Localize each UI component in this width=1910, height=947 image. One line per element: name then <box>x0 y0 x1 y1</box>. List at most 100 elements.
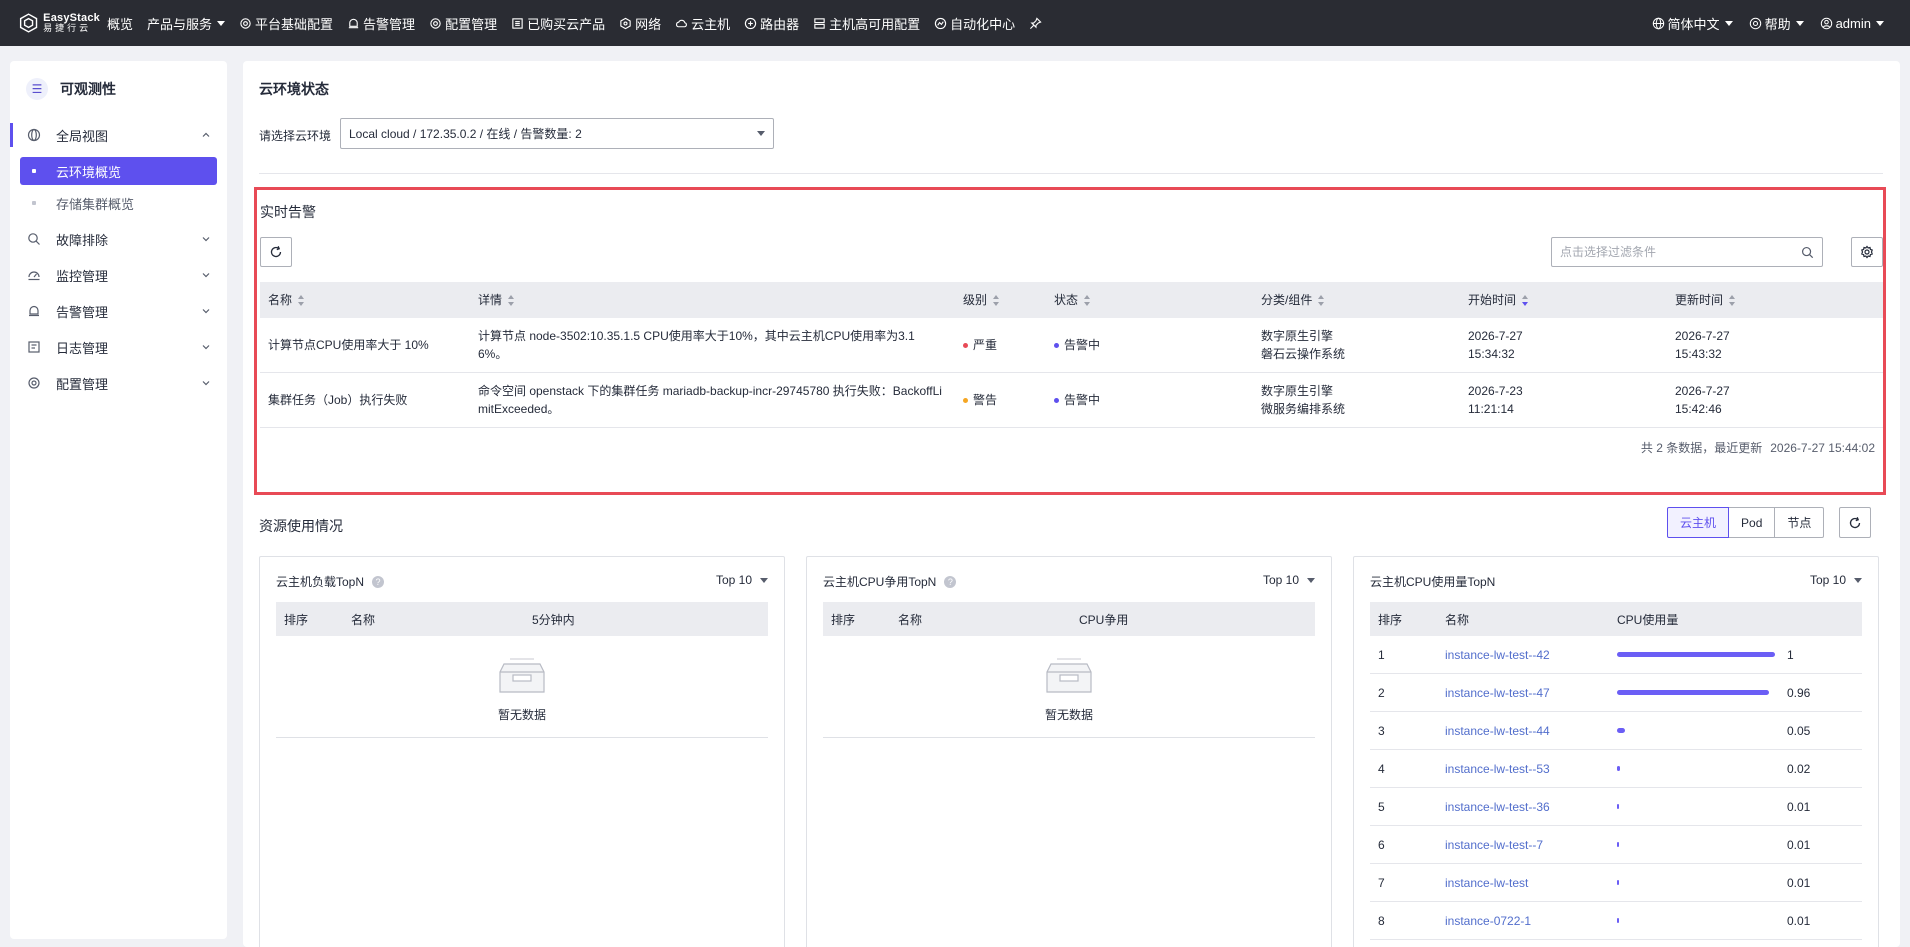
refresh-alerts-button[interactable] <box>260 237 292 267</box>
sidebar-subitem-0[interactable]: 云环境概览 <box>20 157 217 185</box>
refresh-resources-button[interactable] <box>1839 507 1871 538</box>
status-dot-icon <box>1054 398 1059 404</box>
instance-link[interactable]: instance-0722-1 <box>1445 914 1531 928</box>
column-header-name[interactable]: 名称 <box>260 291 470 309</box>
sidebar-group-0[interactable]: 全局视图 <box>10 117 227 153</box>
topn-select[interactable]: Top 10 <box>716 573 768 587</box>
refresh-icon <box>270 246 282 258</box>
nav-item-2[interactable]: 平台基础配置 <box>232 0 340 46</box>
sidebar: ☰ 可观测性 全局视图 云环境概览 存储集群概览 故障排除 监控管理 告警管理 日志管理 配置… <box>10 61 227 939</box>
help-icon[interactable]: ? <box>372 575 385 588</box>
sort-icon[interactable] <box>1318 295 1325 307</box>
instance-link[interactable]: instance-lw-test--44 <box>1445 724 1550 738</box>
chevron-down-icon <box>202 309 210 314</box>
main-nav: 概览 产品与服务 平台基础配置 告警管理 配置管理 已购买云产品 网络 云主机 路由器 主机高可用… <box>100 0 1052 46</box>
nav-item-9[interactable]: 主机高可用配置 <box>806 0 927 46</box>
footer-count: 共 2 条数据，最近更新 <box>1640 441 1763 455</box>
server-icon <box>814 17 825 29</box>
nav-item-8[interactable]: 路由器 <box>737 0 806 46</box>
column-header-detail[interactable]: 详情 <box>470 291 955 309</box>
chevron-down-icon <box>217 20 226 26</box>
bullet-icon <box>32 169 36 173</box>
instance-link[interactable]: instance-lw-test--42 <box>1445 648 1550 662</box>
column-header-update-time[interactable]: 更新时间 <box>1667 291 1883 309</box>
sidebar-group-5[interactable]: 配置管理 <box>10 365 227 401</box>
sidebar-subitem-1[interactable]: 存储集群概览 <box>20 189 217 217</box>
column-header-status[interactable]: 状态 <box>1046 291 1253 309</box>
sidebar-group-1[interactable]: 故障排除 <box>10 221 227 257</box>
table-settings-button[interactable] <box>1851 237 1883 267</box>
usage-cell: 0.01 <box>1617 876 1862 890</box>
monitor-icon <box>26 267 42 283</box>
alert-filter-input-box[interactable] <box>1551 237 1823 267</box>
usage-cell: 0.05 <box>1617 724 1862 738</box>
tab-vm[interactable]: 云主机 <box>1667 507 1730 538</box>
nav-item-11[interactable] <box>1022 0 1052 46</box>
search-icon <box>26 231 42 247</box>
sort-desc-icon[interactable] <box>1522 295 1529 307</box>
nav-item-1[interactable]: 产品与服务 <box>140 0 232 46</box>
cloud-env-select[interactable]: Local cloud / 172.35.0.2 / 在线 / 告警数量: 2 <box>340 118 774 149</box>
alert-detail: 计算节点 node-3502:10.35.1.5 CPU使用率大于10%，其中云… <box>478 329 915 361</box>
network-icon <box>620 17 631 29</box>
gear-icon <box>240 17 251 29</box>
language-selector[interactable]: 简体中文 <box>1644 0 1741 46</box>
nav-item-10[interactable]: 自动化中心 <box>927 0 1022 46</box>
nav-item-3[interactable]: 告警管理 <box>340 0 422 46</box>
column-header-start-time[interactable]: 开始时间 <box>1460 291 1667 309</box>
column-header-level[interactable]: 级别 <box>955 291 1046 309</box>
instance-link[interactable]: instance-lw-test--53 <box>1445 762 1550 776</box>
alert-row[interactable]: 计算节点CPU使用率大于 10% 计算节点 node-3502:10.35.1.5… <box>260 318 1883 373</box>
gear-icon <box>26 375 42 391</box>
nav-item-4[interactable]: 配置管理 <box>422 0 504 46</box>
menu-icon[interactable]: ☰ <box>26 78 48 100</box>
empty-text: 暂无数据 <box>497 708 546 722</box>
topn-table: 排序 名称 5分钟内 <box>276 602 768 636</box>
brand-logo[interactable]: EasyStack 易捷行云 <box>0 11 100 35</box>
table-row: 3 instance-lw-test--44 0.05 <box>1370 712 1862 750</box>
sort-icon[interactable] <box>993 295 1000 307</box>
help-icon[interactable]: ? <box>944 575 957 588</box>
chevron-down-icon <box>1795 20 1804 26</box>
chevron-down-icon <box>202 345 210 350</box>
tab-pod[interactable]: Pod <box>1728 507 1776 538</box>
topn-select[interactable]: Top 10 <box>1263 573 1315 587</box>
table-row: 2 instance-lw-test--47 0.96 <box>1370 674 1862 712</box>
column-header-category[interactable]: 分类/组件 <box>1253 291 1460 309</box>
topn-select[interactable]: Top 10 <box>1810 573 1862 587</box>
user-menu[interactable]: admin <box>1812 0 1892 46</box>
column-header-metric: CPU争用 <box>1079 612 1129 627</box>
column-header-name: 名称 <box>1445 612 1470 627</box>
instance-link[interactable]: instance-lw-test--47 <box>1445 686 1550 700</box>
instance-link[interactable]: instance-lw-test <box>1445 876 1528 890</box>
sort-icon[interactable] <box>1729 295 1736 307</box>
nav-item-label: 自动化中心 <box>950 16 1016 32</box>
instance-link[interactable]: instance-lw-test--36 <box>1445 800 1550 814</box>
nav-item-6[interactable]: 网络 <box>612 0 668 46</box>
sidebar-group-2[interactable]: 监控管理 <box>10 257 227 293</box>
sidebar-group-4[interactable]: 日志管理 <box>10 329 227 365</box>
sort-icon[interactable] <box>508 295 515 307</box>
sidebar-subitem-label: 云环境概览 <box>56 164 122 180</box>
sort-icon[interactable] <box>1084 295 1091 307</box>
usage-cell: 0.01 <box>1617 914 1862 928</box>
sort-icon[interactable] <box>298 295 305 307</box>
nav-item-7[interactable]: 云主机 <box>668 0 737 46</box>
alert-filter-input[interactable] <box>1560 245 1801 259</box>
resource-card-1: 云主机CPU争用TopN? Top 10 排序 名称 CPU争用 暂无数据 <box>806 556 1332 947</box>
nav-item-5[interactable]: 已购买云产品 <box>504 0 612 46</box>
help-menu[interactable]: 帮助 <box>1741 0 1812 46</box>
table-header: 排序 名称 CPU使用量 <box>1370 602 1862 636</box>
alert-update-time: 2026-7-27 15:43:32 <box>1675 329 1730 361</box>
alert-row[interactable]: 集群任务（Job）执行失败 命令空间 openstack 下的集群任务 maria… <box>260 373 1883 428</box>
nav-item-0[interactable]: 概览 <box>100 0 140 46</box>
chevron-down-icon <box>1876 20 1884 26</box>
sidebar-group-3[interactable]: 告警管理 <box>10 293 227 329</box>
column-header-rank: 排序 <box>831 612 856 627</box>
instance-link[interactable]: instance-lw-test--7 <box>1445 838 1543 852</box>
divider <box>823 737 1315 738</box>
tab-node[interactable]: 节点 <box>1774 507 1825 538</box>
brand-name-cn: 易捷行云 <box>43 23 92 34</box>
globe-icon <box>26 127 42 143</box>
bell-icon <box>26 303 42 319</box>
